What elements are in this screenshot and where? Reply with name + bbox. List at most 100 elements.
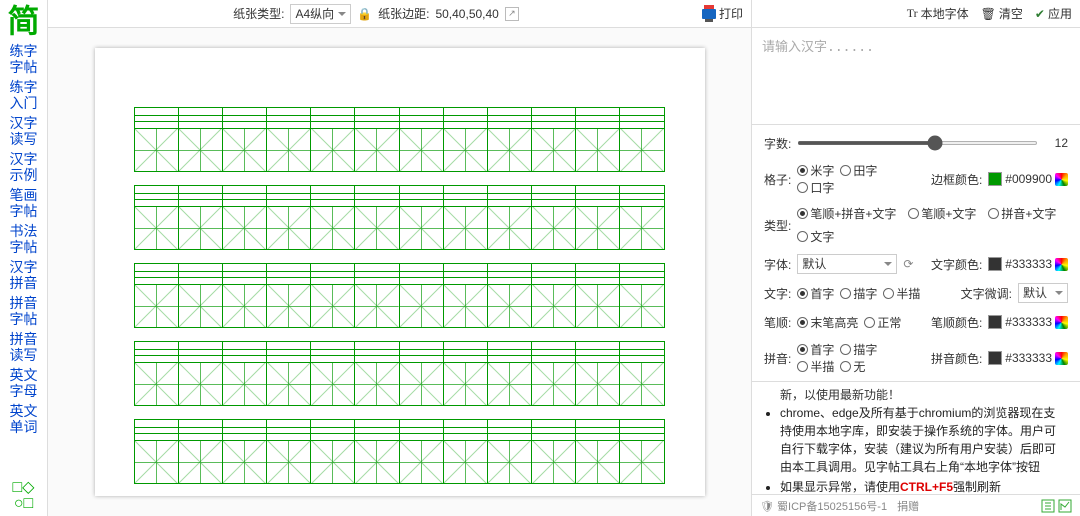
stroke-option-0[interactable]: 末笔高亮 bbox=[797, 314, 858, 331]
font-label: 字体: bbox=[764, 256, 791, 273]
char-cell bbox=[531, 284, 576, 328]
color-wheel-icon bbox=[1055, 352, 1068, 365]
pinyin-option-2[interactable]: 半描 bbox=[797, 358, 834, 375]
trash-icon: 🗑 bbox=[981, 7, 996, 21]
nav-item-10[interactable]: 英文单词 bbox=[7, 401, 41, 437]
char-input[interactable] bbox=[752, 28, 1080, 124]
pinyin-cell bbox=[399, 341, 444, 363]
pinyin-cell bbox=[266, 185, 311, 207]
char-cell bbox=[266, 128, 311, 172]
nav-item-0[interactable]: 练字字帖 bbox=[7, 41, 41, 77]
char-cell bbox=[575, 440, 620, 484]
char-cell bbox=[443, 284, 488, 328]
grid-label: 格子: bbox=[764, 171, 791, 188]
char-cell bbox=[222, 128, 267, 172]
nav-item-3[interactable]: 汉字示例 bbox=[7, 149, 41, 185]
app-logo: 简 bbox=[7, 4, 39, 38]
font-select[interactable]: 默认 bbox=[797, 254, 897, 274]
pinyin-cell bbox=[487, 107, 532, 129]
type-option-1[interactable]: 笔顺+文字 bbox=[908, 205, 976, 222]
char-cell bbox=[134, 128, 179, 172]
grid-option-0[interactable]: 米字 bbox=[797, 162, 834, 179]
stroke-label: 笔顺: bbox=[764, 314, 791, 331]
pinyin-cell bbox=[134, 419, 179, 441]
note-item: 如果显示异常，请使用CTRL+F5强制刷新 bbox=[780, 478, 1066, 494]
char-cell bbox=[310, 284, 355, 328]
nav-item-6[interactable]: 汉字拼音 bbox=[7, 257, 41, 293]
paper-preview-area[interactable] bbox=[48, 28, 751, 516]
char-row bbox=[135, 363, 665, 406]
nav-item-2[interactable]: 汉字读写 bbox=[7, 113, 41, 149]
nav-item-4[interactable]: 笔画字帖 bbox=[7, 185, 41, 221]
clear-button[interactable]: 🗑清空 bbox=[981, 5, 1023, 22]
pinyin-cell bbox=[619, 419, 664, 441]
char-cell bbox=[178, 440, 223, 484]
paper-margin-value[interactable]: 50,40,50,40 bbox=[435, 7, 498, 21]
text-color-picker[interactable]: #333333 bbox=[988, 257, 1068, 271]
nav-item-9[interactable]: 英文字母 bbox=[7, 365, 41, 401]
donate-link[interactable]: 捐赠 bbox=[897, 498, 919, 514]
char-cell bbox=[399, 440, 444, 484]
char-cell bbox=[399, 362, 444, 406]
pinyin-cell bbox=[134, 185, 179, 207]
finetune-select[interactable]: 默认 bbox=[1018, 283, 1068, 303]
char-cell bbox=[487, 206, 532, 250]
local-font-button[interactable]: Tr本地字体 bbox=[907, 5, 969, 22]
char-cell bbox=[310, 206, 355, 250]
text-option-1[interactable]: 描字 bbox=[840, 285, 877, 302]
nav-item-1[interactable]: 练字入门 bbox=[7, 77, 41, 113]
nav-item-5[interactable]: 书法字帖 bbox=[7, 221, 41, 257]
type-label: 类型: bbox=[764, 217, 791, 234]
text-option-0[interactable]: 首字 bbox=[797, 285, 834, 302]
right-toolbar: Tr本地字体 🗑清空 ✔应用 bbox=[752, 0, 1080, 28]
stroke-color-picker[interactable]: #333333 bbox=[988, 315, 1068, 329]
footer-tool-icons[interactable] bbox=[1041, 499, 1072, 513]
count-value: 12 bbox=[1044, 136, 1068, 150]
color-wheel-icon bbox=[1055, 173, 1068, 186]
paper-type-select[interactable]: A4纵向 bbox=[290, 4, 351, 24]
center-pane: 纸张类型: A4纵向 🔒 纸张边距: 50,40,50,40 ↗ 打印 bbox=[48, 0, 752, 516]
font-reset-icon[interactable]: ⟳ bbox=[903, 257, 913, 271]
nav-item-8[interactable]: 拼音读写 bbox=[7, 329, 41, 365]
color-wheel-icon bbox=[1055, 316, 1068, 329]
pinyin-cell bbox=[487, 419, 532, 441]
nav-item-7[interactable]: 拼音字帖 bbox=[7, 293, 41, 329]
char-cell bbox=[531, 440, 576, 484]
pinyin-option-0[interactable]: 首字 bbox=[797, 341, 834, 358]
icp-link[interactable]: 🛡 蜀ICP备15025156号-1 bbox=[760, 498, 887, 514]
pinyin-cell bbox=[310, 341, 355, 363]
text-option-2[interactable]: 半描 bbox=[883, 285, 920, 302]
apply-button[interactable]: ✔应用 bbox=[1035, 5, 1072, 22]
pinyin-row bbox=[135, 186, 665, 207]
pinyin-cell bbox=[443, 263, 488, 285]
pinyin-option-3[interactable]: 无 bbox=[840, 358, 865, 375]
print-button[interactable]: 打印 bbox=[702, 5, 743, 22]
lock-icon: 🔒 bbox=[357, 7, 372, 21]
type-option-2[interactable]: 拼音+文字 bbox=[988, 205, 1056, 222]
paper-toolbar: 纸张类型: A4纵向 🔒 纸张边距: 50,40,50,40 ↗ 打印 bbox=[48, 0, 751, 28]
char-cell bbox=[134, 440, 179, 484]
pinyin-cell bbox=[354, 107, 399, 129]
pinyin-cell bbox=[619, 185, 664, 207]
char-cell bbox=[178, 206, 223, 250]
char-cell bbox=[487, 284, 532, 328]
type-option-3[interactable]: 文字 bbox=[797, 228, 834, 245]
pinyin-option-1[interactable]: 描字 bbox=[840, 341, 877, 358]
pinyin-cell bbox=[134, 263, 179, 285]
border-color-picker[interactable]: #009900 bbox=[988, 172, 1068, 186]
char-cell bbox=[222, 362, 267, 406]
type-option-0[interactable]: 笔顺+拼音+文字 bbox=[797, 205, 896, 222]
pinyin-cell bbox=[399, 419, 444, 441]
char-cell bbox=[310, 440, 355, 484]
count-slider[interactable] bbox=[797, 141, 1038, 145]
pinyin-cell bbox=[619, 341, 664, 363]
grid-option-1[interactable]: 田字 bbox=[840, 162, 877, 179]
left-nav: 简 练字字帖练字入门汉字读写汉字示例笔画字帖书法字帖汉字拼音拼音字帖拼音读写英文… bbox=[0, 0, 48, 516]
grid-option-2[interactable]: 口字 bbox=[797, 179, 834, 196]
char-cell bbox=[354, 128, 399, 172]
stroke-option-1[interactable]: 正常 bbox=[864, 314, 901, 331]
expand-icon[interactable]: ↗ bbox=[505, 7, 519, 21]
pinyin-color-picker[interactable]: #333333 bbox=[988, 351, 1068, 365]
pinyin-cell bbox=[443, 185, 488, 207]
char-cell bbox=[266, 206, 311, 250]
